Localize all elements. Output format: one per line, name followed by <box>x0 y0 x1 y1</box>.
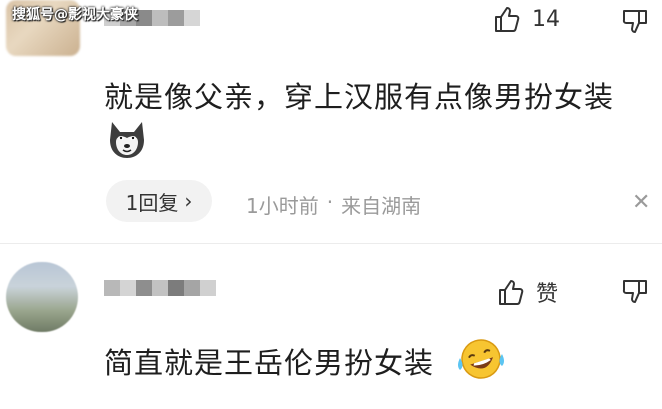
comment-meta: 1小时前 · 来自湖南 <box>246 190 421 219</box>
dog-emoji-icon <box>110 122 144 158</box>
thumbs-up-icon <box>499 280 524 305</box>
replies-label: 1回复 <box>125 190 179 215</box>
location: 来自湖南 <box>341 194 422 218</box>
thumbs-down-icon[interactable] <box>620 8 650 38</box>
like-label: 赞 <box>536 282 559 307</box>
chevron-right-icon: › <box>184 189 193 213</box>
divider <box>0 243 662 244</box>
close-icon[interactable]: ✕ <box>632 190 650 215</box>
like-count: 14 <box>532 6 560 32</box>
comment-text: 简直就是王岳伦男扮女装 <box>104 346 435 380</box>
like-button[interactable]: 赞 <box>496 276 558 308</box>
timestamp: 1小时前 <box>246 194 319 218</box>
thumbs-up-icon <box>495 7 520 32</box>
meta-separator: · <box>326 190 334 214</box>
avatar[interactable] <box>6 262 78 332</box>
thumbs-down-icon[interactable] <box>620 278 650 308</box>
username-blurred[interactable] <box>104 280 216 296</box>
watermark: 搜狐号@影视大豪侠 <box>12 7 138 23</box>
comment-text: 就是像父亲，穿上汉服有点像男扮女装 <box>104 80 615 114</box>
replies-button[interactable]: 1回复 › <box>106 180 212 222</box>
laughing-tears-emoji-icon <box>458 339 504 379</box>
like-button[interactable]: 14 <box>492 4 560 34</box>
